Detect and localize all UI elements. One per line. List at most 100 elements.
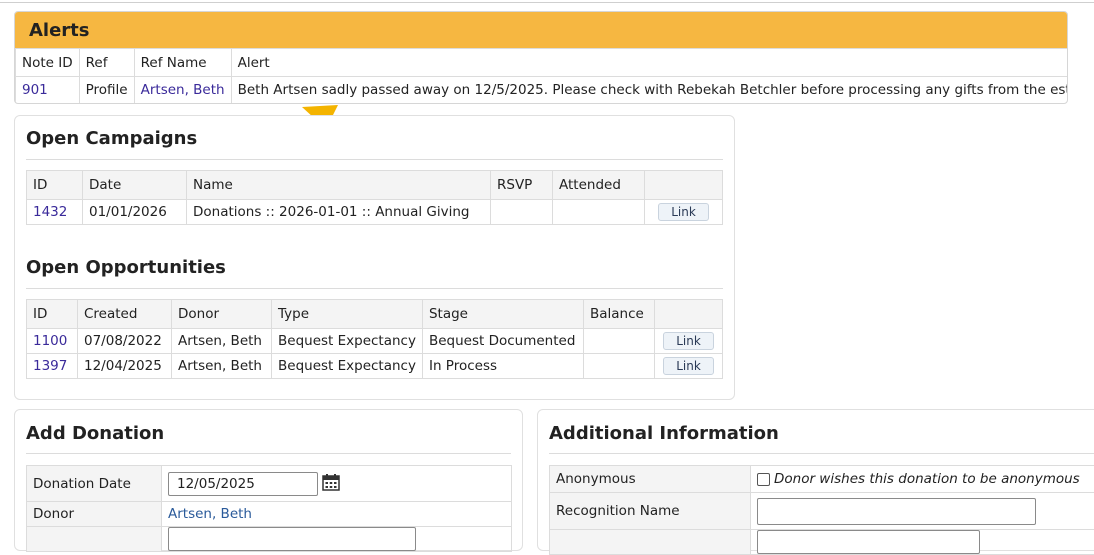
form-row: Donation Date 12/05/2025 [27, 466, 512, 502]
table-row: 1397 12/04/2025 Artsen, Beth Bequest Exp… [27, 354, 723, 379]
opportunity-link-cell: Link [654, 329, 722, 354]
campaign-id-link[interactable]: 1432 [33, 204, 67, 220]
opportunity-id-link[interactable]: 1100 [33, 333, 67, 349]
form-label [27, 527, 162, 552]
campaign-attended [553, 200, 645, 225]
campaigns-table: ID Date Name RSVP Attended 1432 01/01/20… [26, 170, 723, 225]
table-row: 1100 07/08/2022 Artsen, Beth Bequest Exp… [27, 329, 723, 354]
campaign-date: 01/01/2026 [83, 200, 187, 225]
ref-name-link[interactable]: Artsen, Beth [141, 82, 225, 98]
form-input[interactable] [168, 527, 416, 551]
opportunity-donor: Artsen, Beth [172, 354, 272, 379]
col-id: ID [27, 171, 83, 200]
divider [549, 453, 1094, 454]
campaigns-header-row: ID Date Name RSVP Attended [27, 171, 723, 200]
donation-form: Donation Date 12/05/2025 Donor Artsen, B… [26, 465, 512, 552]
recognition-name-input[interactable] [757, 498, 1036, 525]
table-row: 901 Profile Artsen, Beth Beth Artsen sad… [16, 77, 1069, 104]
opportunity-stage: Bequest Documented [422, 329, 583, 354]
donation-date-cell: 12/05/2025 [162, 466, 512, 502]
divider [26, 453, 511, 454]
additional-info-title: Additional Information [549, 423, 779, 444]
donation-date-input[interactable]: 12/05/2025 [168, 472, 318, 496]
col-created: Created [78, 300, 172, 329]
open-items-panel: Open Campaigns ID Date Name RSVP Attende… [14, 115, 735, 400]
calendar-icon[interactable] [322, 473, 340, 495]
opportunities-table: ID Created Donor Type Stage Balance 1100… [26, 299, 723, 379]
col-stage: Stage [422, 300, 583, 329]
donor-cell: Artsen, Beth [162, 502, 512, 527]
form-row: Recognition Name [550, 493, 1094, 530]
opportunity-link-cell: Link [654, 354, 722, 379]
col-alert: Alert [231, 49, 1068, 77]
form-row [27, 527, 512, 552]
add-donation-title: Add Donation [26, 423, 164, 444]
opportunity-type: Bequest Expectancy [272, 354, 423, 379]
opportunity-id-cell: 1100 [27, 329, 78, 354]
divider [26, 159, 723, 160]
col-note-id: Note ID [16, 49, 80, 77]
alerts-panel: Alerts Note ID Ref Ref Name Alert 901 Pr… [14, 11, 1068, 104]
col-donor: Donor [172, 300, 272, 329]
col-date: Date [83, 171, 187, 200]
form-cell [751, 530, 1094, 555]
recognition-name-cell [751, 493, 1094, 530]
opportunity-stage: In Process [422, 354, 583, 379]
additional-info-panel: Additional Information Anonymous Donor w… [537, 409, 1094, 551]
col-balance: Balance [583, 300, 654, 329]
col-rsvp: RSVP [491, 171, 553, 200]
add-donation-panel: Add Donation Donation Date 12/05/2025 Do… [14, 409, 523, 551]
form-row: Anonymous Donor wishes this donation to … [550, 466, 1094, 493]
alerts-title: Alerts [15, 12, 1067, 48]
alerts-table: Note ID Ref Ref Name Alert 901 Profile A… [15, 48, 1068, 104]
campaign-link-button[interactable]: Link [658, 203, 709, 221]
note-id-cell: 901 [16, 77, 80, 104]
opportunity-created: 12/04/2025 [78, 354, 172, 379]
col-ref: Ref [79, 49, 134, 77]
anonymous-cell: Donor wishes this donation to be anonymo… [751, 466, 1094, 493]
opportunity-link-button[interactable]: Link [663, 357, 714, 375]
form-input[interactable] [757, 530, 980, 554]
col-name: Name [187, 171, 491, 200]
divider [26, 288, 723, 289]
donation-date-label: Donation Date [27, 466, 162, 502]
form-row [550, 530, 1094, 555]
opportunity-balance [583, 329, 654, 354]
campaign-id-cell: 1432 [27, 200, 83, 225]
anonymous-checkbox[interactable] [757, 473, 770, 486]
donor-link[interactable]: Artsen, Beth [168, 506, 252, 522]
alerts-header-row: Note ID Ref Ref Name Alert [16, 49, 1069, 77]
open-campaigns-title: Open Campaigns [26, 128, 197, 149]
ref-name-cell: Artsen, Beth [134, 77, 231, 104]
ref-cell: Profile [79, 77, 134, 104]
opportunity-balance [583, 354, 654, 379]
donor-label: Donor [27, 502, 162, 527]
form-cell [162, 527, 512, 552]
campaign-link-cell: Link [645, 200, 723, 225]
opportunity-donor: Artsen, Beth [172, 329, 272, 354]
note-id-link[interactable]: 901 [22, 82, 48, 98]
opportunity-link-button[interactable]: Link [663, 332, 714, 350]
recognition-name-label: Recognition Name [550, 493, 751, 530]
opportunity-id-cell: 1397 [27, 354, 78, 379]
form-row: Donor Artsen, Beth [27, 502, 512, 527]
table-row: 1432 01/01/2026 Donations :: 2026-01-01 … [27, 200, 723, 225]
col-action [645, 171, 723, 200]
col-id: ID [27, 300, 78, 329]
top-border [0, 2, 1094, 3]
additional-form: Anonymous Donor wishes this donation to … [549, 465, 1094, 555]
campaign-rsvp [491, 200, 553, 225]
col-action [654, 300, 722, 329]
open-opportunities-title: Open Opportunities [26, 257, 226, 278]
col-type: Type [272, 300, 423, 329]
campaign-name: Donations :: 2026-01-01 :: Annual Giving [187, 200, 491, 225]
form-label [550, 530, 751, 555]
opportunity-created: 07/08/2022 [78, 329, 172, 354]
anonymous-text: Donor wishes this donation to be anonymo… [774, 471, 1080, 487]
col-attended: Attended [553, 171, 645, 200]
opportunity-id-link[interactable]: 1397 [33, 358, 67, 374]
opportunities-header-row: ID Created Donor Type Stage Balance [27, 300, 723, 329]
col-ref-name: Ref Name [134, 49, 231, 77]
anonymous-label: Anonymous [550, 466, 751, 493]
opportunity-type: Bequest Expectancy [272, 329, 423, 354]
